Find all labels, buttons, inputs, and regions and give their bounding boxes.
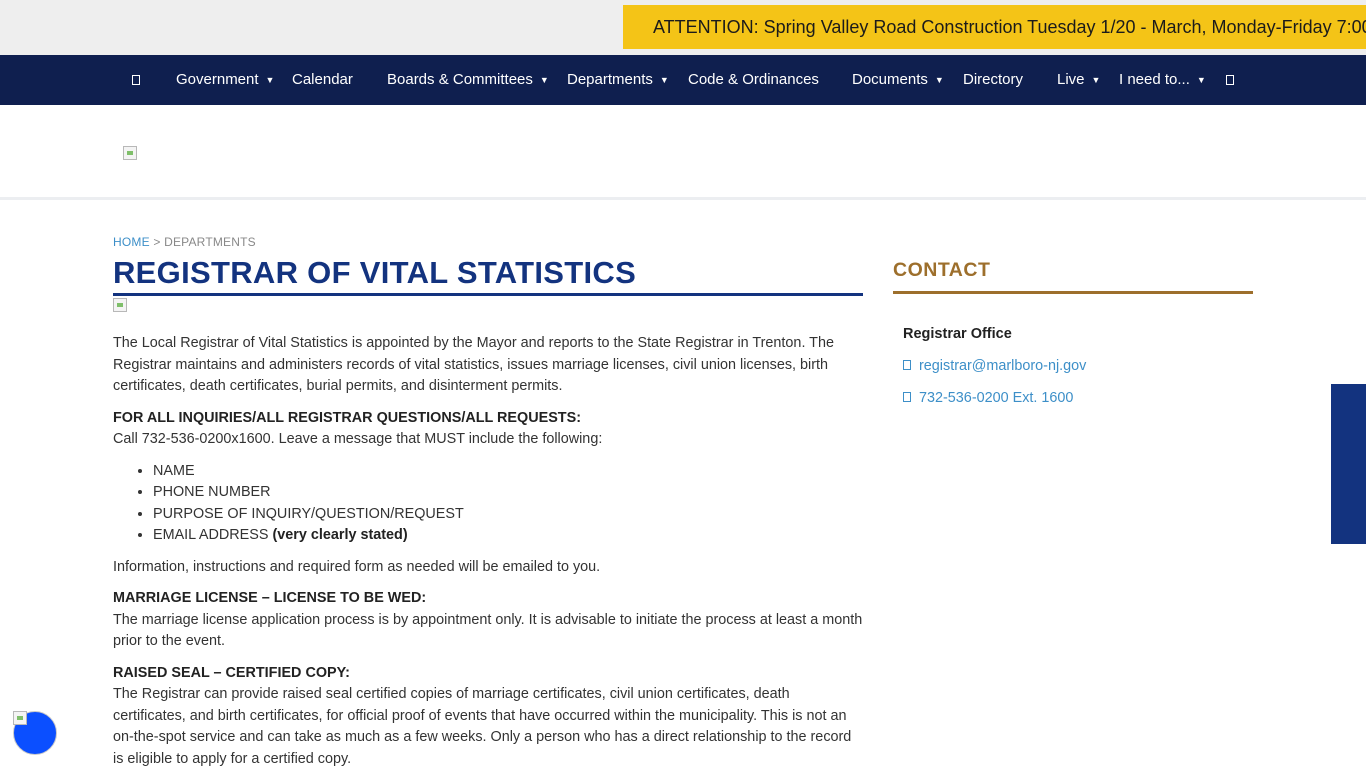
marriage-block: MARRIAGE LICENSE – LICENSE TO BE WED: Th…	[113, 588, 863, 653]
main-nav: Government ▼ Calendar Boards & Committees…	[0, 55, 1366, 105]
nav-item-documents[interactable]: Documents ▼	[852, 55, 944, 105]
breadcrumb: HOME > DEPARTMENTS	[113, 235, 256, 249]
chevron-down-icon: ▼	[1091, 75, 1101, 85]
envelope-icon	[903, 360, 911, 371]
list-item: PURPOSE OF INQUIRY/QUESTION/REQUEST	[153, 504, 863, 526]
breadcrumb-current: DEPARTMENTS	[164, 235, 256, 249]
logo-band	[0, 105, 1366, 200]
contact-divider	[893, 291, 1253, 294]
department-image	[113, 298, 127, 312]
breadcrumb-separator: >	[149, 235, 165, 249]
nav-item-code-ordinances[interactable]: Code & Ordinances	[688, 55, 819, 105]
accessibility-icon	[13, 711, 27, 725]
nav-item-departments[interactable]: Departments ▼	[567, 55, 669, 105]
office-name: Registrar Office	[903, 326, 1012, 342]
info-paragraph: Information, instructions and required f…	[113, 558, 601, 575]
chevron-down-icon: ▼	[1196, 75, 1206, 85]
alert-text[interactable]: ATTENTION: Spring Valley Road Constructi…	[653, 17, 1366, 37]
list-item: EMAIL ADDRESS (very clearly stated)	[153, 525, 863, 547]
marriage-text: The marriage license application process…	[113, 611, 863, 650]
list-item: PHONE NUMBER	[153, 482, 863, 504]
list-item: NAME	[153, 461, 863, 483]
breadcrumb-home-link[interactable]: HOME	[113, 235, 150, 249]
title-divider	[113, 293, 863, 296]
marriage-heading: MARRIAGE LICENSE – LICENSE TO BE WED:	[113, 590, 427, 606]
seal-block: RAISED SEAL – CERTIFIED COPY: The Regist…	[113, 663, 863, 771]
chevron-down-icon: ▼	[539, 75, 549, 85]
nav-item-live[interactable]: Live ▼	[1057, 55, 1100, 105]
inquiries-block: FOR ALL INQUIRIES/ALL REGISTRAR QUESTION…	[113, 408, 863, 451]
phone-icon	[903, 392, 911, 403]
top-strip: ATTENTION: Spring Valley Road Constructi…	[0, 0, 1366, 55]
nav-item-i-need-to[interactable]: I need to... ▼	[1119, 55, 1206, 105]
nav-item-government[interactable]: Government ▼	[176, 55, 274, 105]
alert-banner[interactable]: ATTENTION: Spring Valley Road Constructi…	[623, 5, 1366, 49]
accessibility-button[interactable]	[13, 711, 57, 755]
main-content: The Local Registrar of Vital Statistics …	[113, 333, 863, 780]
seal-heading: RAISED SEAL – CERTIFIED COPY:	[113, 664, 350, 681]
chevron-down-icon: ▼	[659, 75, 669, 85]
page-title: REGISTRAR OF VITAL STATISTICS	[113, 255, 637, 290]
nav-item-boards-committees[interactable]: Boards & Committees ▼	[387, 55, 549, 105]
chevron-down-icon: ▼	[934, 75, 944, 85]
site-logo[interactable]	[123, 146, 137, 160]
requirements-list: NAME PHONE NUMBER PURPOSE OF INQUIRY/QUE…	[113, 461, 863, 547]
home-icon[interactable]	[130, 55, 142, 105]
nav-item-directory[interactable]: Directory	[963, 55, 1023, 105]
inquiries-heading: FOR ALL INQUIRIES/ALL REGISTRAR QUESTION…	[113, 409, 581, 426]
intro-paragraph: The Local Registrar of Vital Statistics …	[113, 335, 834, 394]
inquiries-text: Call 732-536-0200x1600. Leave a message …	[113, 431, 603, 447]
contact-title: CONTACT	[893, 259, 991, 281]
seal-text: The Registrar can provide raised seal ce…	[113, 686, 852, 767]
search-icon[interactable]	[1224, 55, 1236, 105]
side-feedback-tab[interactable]	[1331, 384, 1366, 544]
chevron-down-icon: ▼	[265, 75, 275, 85]
contact-phone-link[interactable]: 732-536-0200 Ext. 1600	[903, 390, 1073, 406]
contact-email-link[interactable]: registrar@marlboro-nj.gov	[903, 358, 1086, 374]
nav-item-calendar[interactable]: Calendar	[292, 55, 353, 105]
